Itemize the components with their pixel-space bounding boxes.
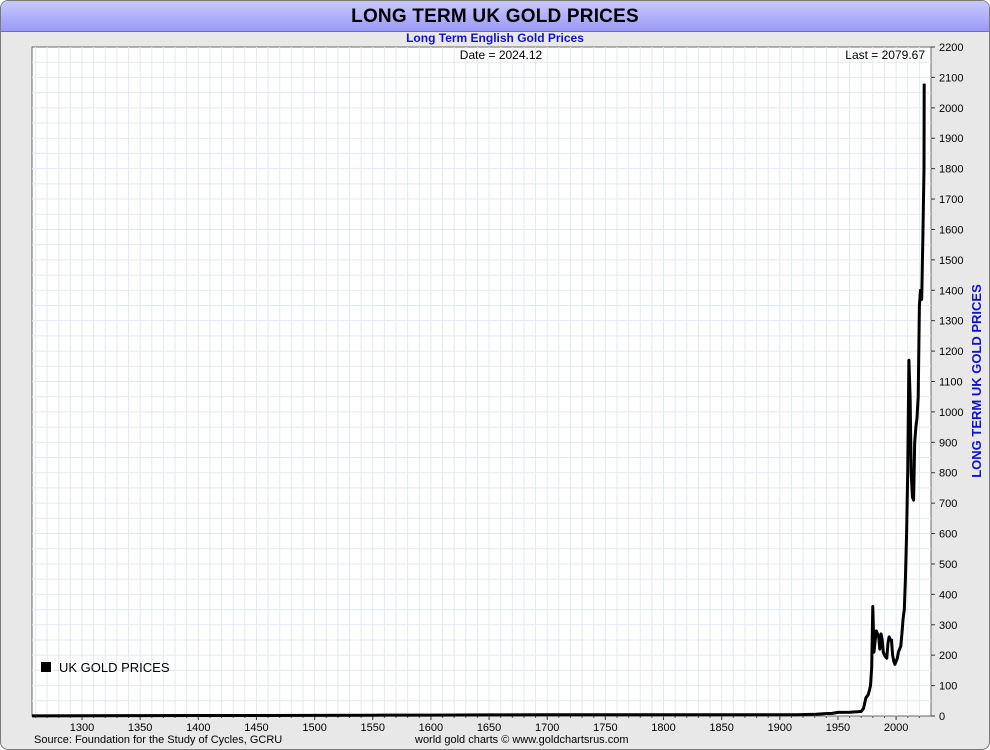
y-tick-label: 500 bbox=[939, 559, 957, 571]
y-tick-label: 700 bbox=[939, 498, 957, 510]
y-tick-label: 1300 bbox=[939, 316, 963, 328]
y-tick-label: 300 bbox=[939, 620, 957, 632]
x-tick-label: 1950 bbox=[826, 722, 850, 734]
x-tick-label: 1400 bbox=[186, 722, 210, 734]
y-tick-label: 1400 bbox=[939, 285, 963, 297]
y-tick-label: 2200 bbox=[939, 42, 963, 54]
x-tick-label: 1500 bbox=[302, 722, 326, 734]
x-tick-label: 1300 bbox=[70, 722, 94, 734]
credit-note: world gold charts © www.goldchartsrus.co… bbox=[415, 734, 629, 746]
x-tick-label: 1650 bbox=[477, 722, 501, 734]
x-tick-label: 1350 bbox=[128, 722, 152, 734]
chart-svg: 1300 1350 1400 1450 1500 1550 1600 1650 1700 1750… bbox=[31, 42, 984, 734]
source-note: Source: Foundation for the Study of Cycl… bbox=[34, 734, 283, 746]
y-tick-label: 600 bbox=[939, 529, 957, 541]
y-tick-label: 1000 bbox=[939, 407, 963, 419]
y-tick-label: 1200 bbox=[939, 346, 963, 358]
x-tick-label: 1550 bbox=[361, 722, 385, 734]
y-tick-label: 1900 bbox=[939, 133, 963, 145]
y-axis-ticks: 0 100 200 300 400 500 600 700 800 900 1000 1100 1200… bbox=[931, 42, 963, 723]
x-tick-label: 2000 bbox=[884, 722, 908, 734]
date-label: Date = 2024.12 bbox=[460, 48, 543, 62]
x-tick-label: 1900 bbox=[768, 722, 792, 734]
legend-label: UK GOLD PRICES bbox=[59, 660, 170, 675]
y-tick-label: 0 bbox=[939, 711, 945, 723]
chart-frame: LONG TERM UK GOLD PRICES Long Term Engli… bbox=[0, 0, 990, 750]
legend-swatch bbox=[41, 662, 51, 672]
x-tick-label: 1800 bbox=[651, 722, 675, 734]
y-tick-label: 200 bbox=[939, 650, 957, 662]
y-tick-label: 100 bbox=[939, 681, 957, 693]
y-axis-title: LONG TERM UK GOLD PRICES bbox=[969, 284, 984, 478]
y-tick-label: 1600 bbox=[939, 224, 963, 236]
y-tick-label: 1100 bbox=[939, 377, 963, 389]
y-tick-label: 900 bbox=[939, 437, 957, 449]
x-axis-ticks: 1300 1350 1400 1450 1500 1550 1600 1650 1700 1750… bbox=[34, 716, 920, 734]
x-tick-label: 1700 bbox=[535, 722, 559, 734]
y-tick-label: 400 bbox=[939, 589, 957, 601]
x-tick-label: 1600 bbox=[419, 722, 443, 734]
x-tick-label: 1850 bbox=[709, 722, 733, 734]
y-tick-label: 2000 bbox=[939, 103, 963, 115]
x-tick-label: 1450 bbox=[244, 722, 268, 734]
last-value-label: Last = 2079.67 bbox=[845, 48, 925, 62]
y-tick-label: 1700 bbox=[939, 194, 963, 206]
y-tick-label: 2100 bbox=[939, 72, 963, 84]
y-tick-label: 800 bbox=[939, 468, 957, 480]
y-tick-label: 1800 bbox=[939, 164, 963, 176]
y-tick-label: 1500 bbox=[939, 255, 963, 267]
x-tick-label: 1750 bbox=[593, 722, 617, 734]
